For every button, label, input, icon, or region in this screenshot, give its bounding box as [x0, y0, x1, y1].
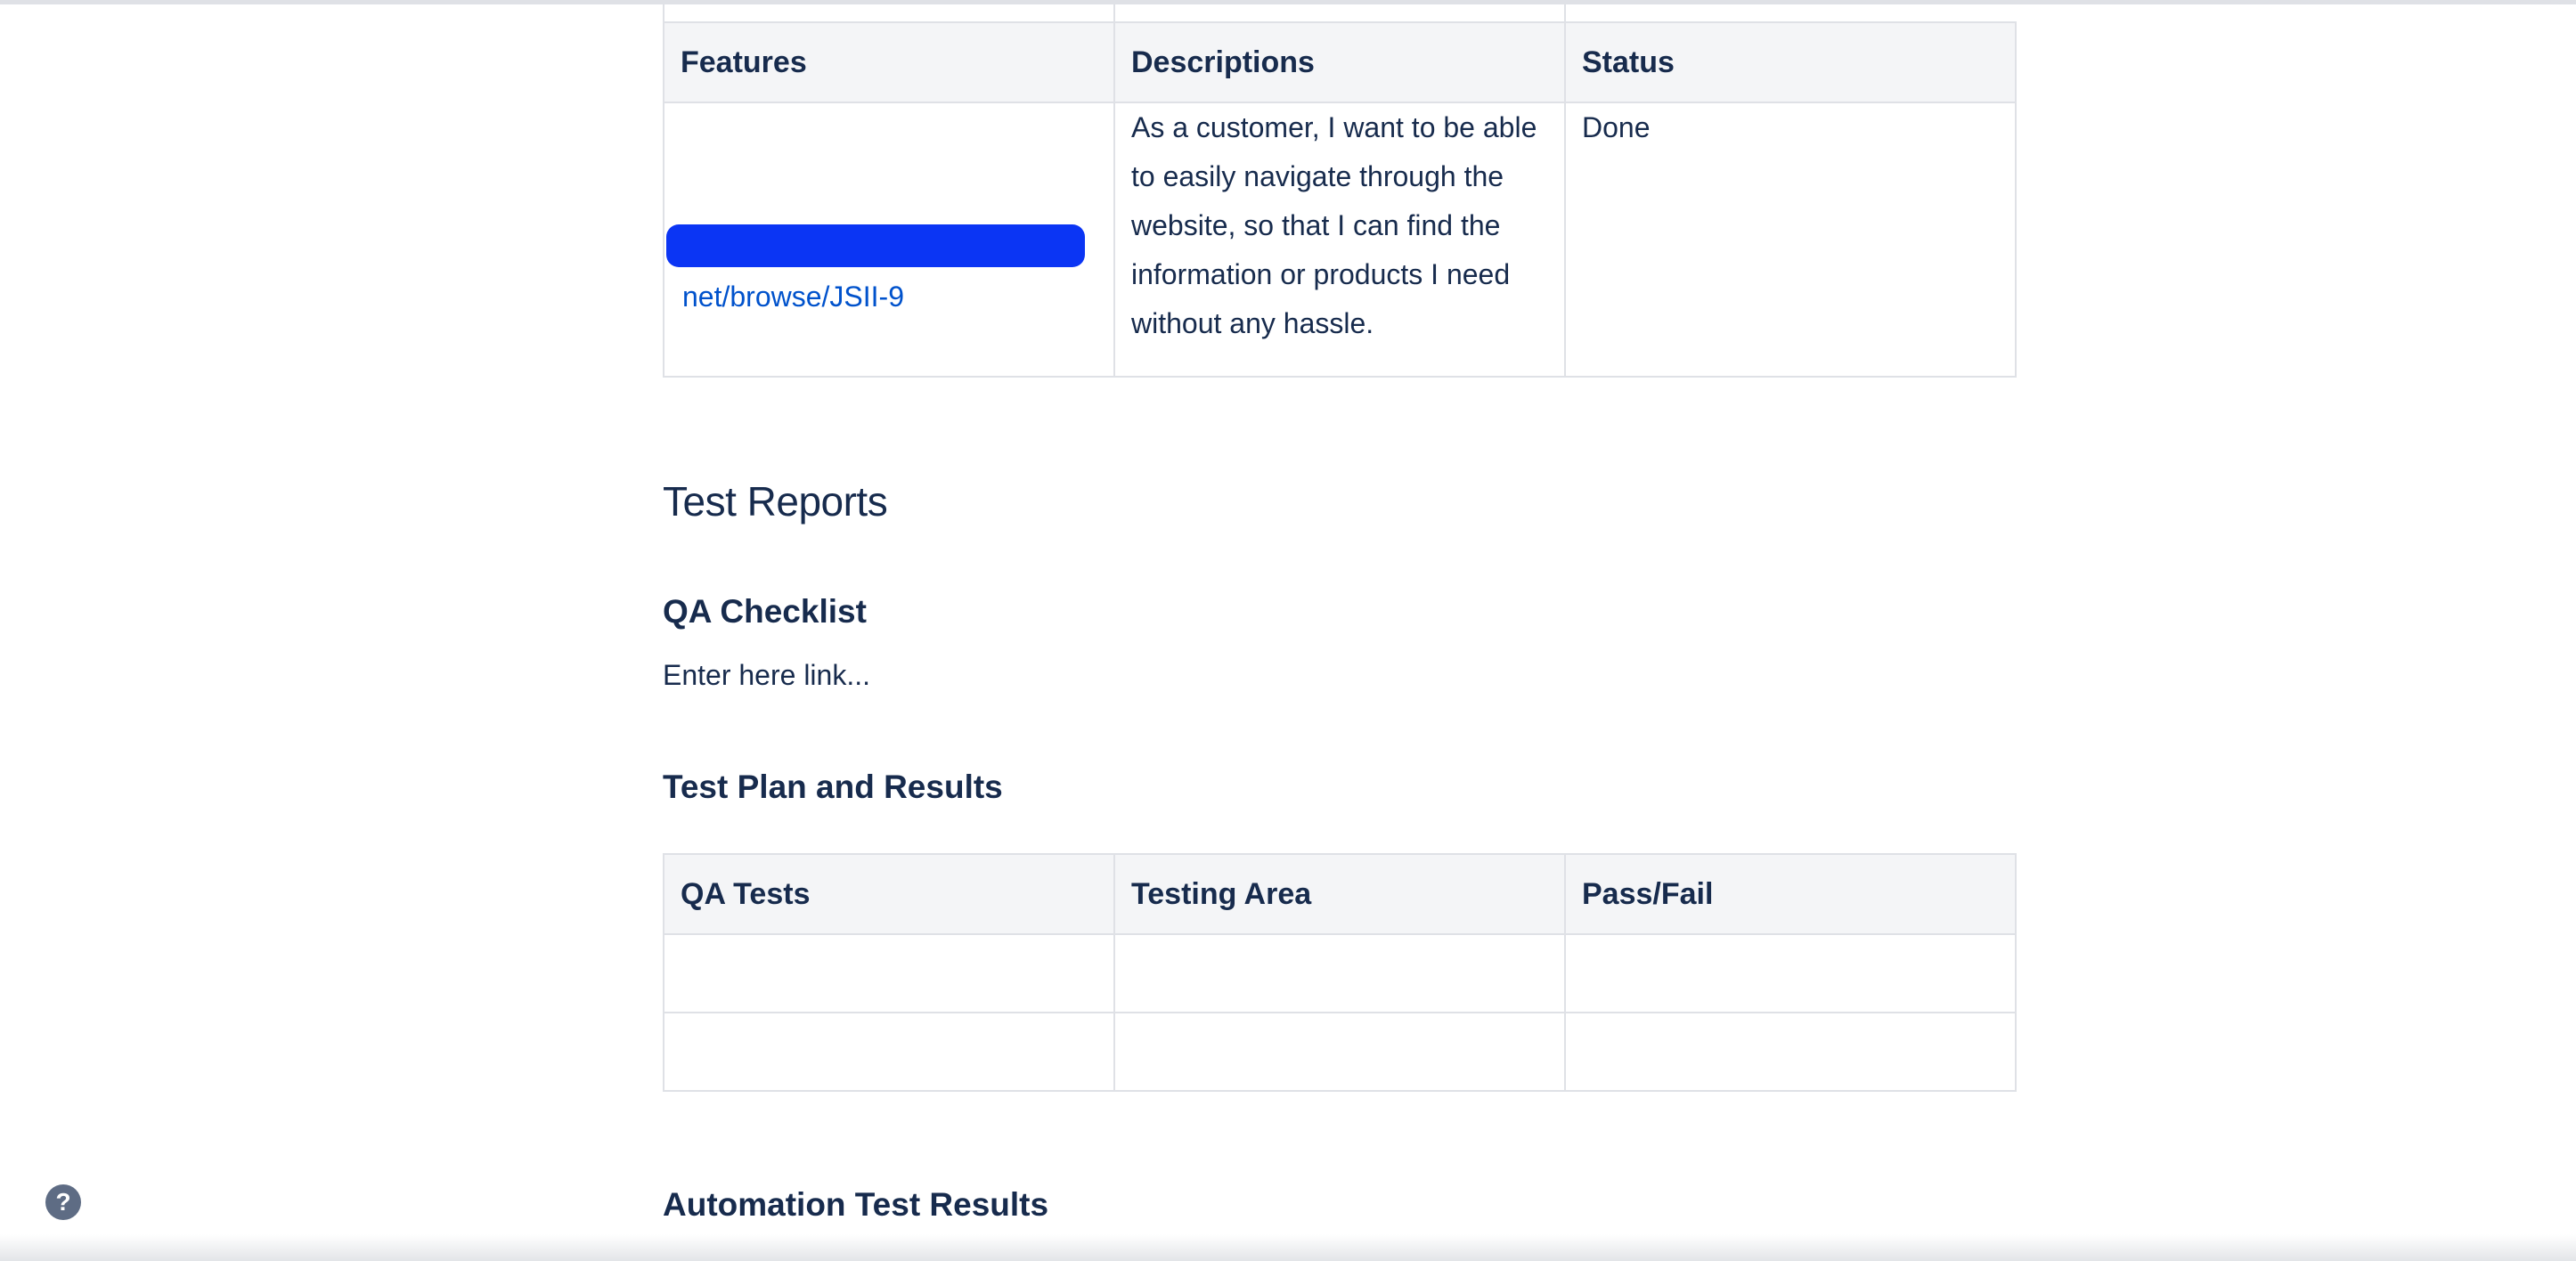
table-row: net/browse/JSII-9 As a customer, I want … [663, 102, 2017, 378]
features-column-header: Features [663, 21, 1115, 103]
qa-checklist-heading: QA Checklist [663, 593, 867, 630]
table-row [663, 933, 2017, 1013]
question-mark-icon[interactable]: ? [45, 1184, 81, 1220]
table-cell[interactable] [663, 1012, 1115, 1092]
features-table: Features Descriptions Status net/browse/… [663, 21, 2017, 378]
test-reports-heading: Test Reports [663, 478, 888, 525]
table-cell[interactable] [1113, 1012, 1566, 1092]
test-plan-table: QA Tests Testing Area Pass/Fail [663, 853, 2017, 1092]
description-cell: As a customer, I want to be able to easi… [1113, 102, 1566, 378]
qa-checklist-placeholder[interactable]: Enter here link... [663, 659, 870, 692]
status-cell: Done [1564, 102, 2017, 378]
previous-table-row-cutoff [663, 0, 2017, 21]
table-cell[interactable] [1564, 1012, 2017, 1092]
descriptions-column-header: Descriptions [1113, 21, 1566, 103]
table-cell[interactable] [663, 933, 1115, 1013]
test-plan-heading: Test Plan and Results [663, 769, 1003, 805]
table-row [663, 1012, 2017, 1092]
automation-results-heading: Automation Test Results [663, 1186, 1049, 1223]
table-cell[interactable] [1113, 933, 1566, 1013]
confluence-page: Features Descriptions Status net/browse/… [0, 0, 2576, 1261]
table-header-row: QA Tests Testing Area Pass/Fail [663, 853, 2017, 935]
table-cell[interactable] [1564, 933, 2017, 1013]
bottom-edge-shadow [0, 1234, 2576, 1261]
table-header-row: Features Descriptions Status [663, 21, 2017, 103]
status-column-header: Status [1564, 21, 2017, 103]
testing-area-column-header: Testing Area [1113, 853, 1566, 935]
qa-tests-column-header: QA Tests [663, 853, 1115, 935]
jira-issue-link[interactable]: net/browse/JSII-9 [682, 273, 904, 321]
pass-fail-column-header: Pass/Fail [1564, 853, 2017, 935]
feature-cell: net/browse/JSII-9 [663, 102, 1115, 378]
redacted-link-block [666, 224, 1085, 267]
